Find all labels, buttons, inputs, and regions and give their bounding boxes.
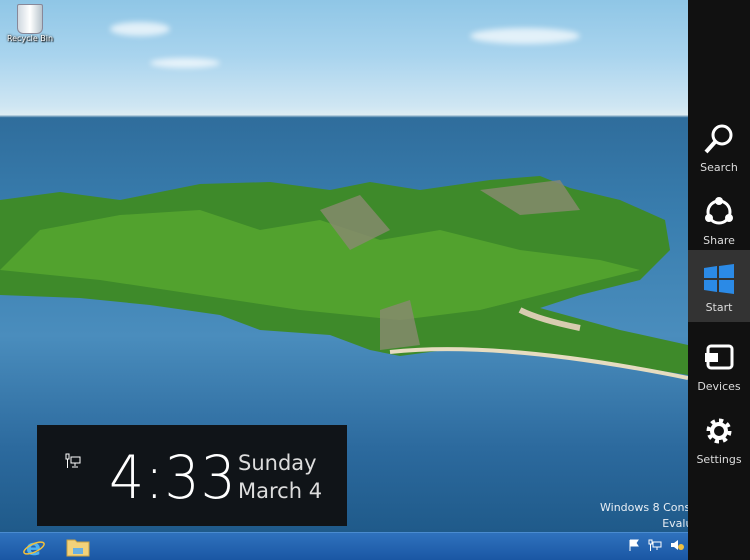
clock-day: Sunday	[238, 451, 317, 475]
charm-start[interactable]: Start	[688, 250, 750, 322]
taskbar-file-explorer[interactable]	[64, 535, 92, 559]
search-icon	[704, 124, 733, 154]
devices-icon	[705, 344, 734, 370]
charm-label: Devices	[697, 380, 741, 393]
folder-icon	[66, 539, 90, 557]
charm-share[interactable]: Share	[688, 183, 750, 255]
charm-label: Settings	[696, 453, 742, 466]
network-icon	[65, 453, 81, 468]
ie-icon: e	[23, 536, 45, 559]
clock-date: Sunday March 4	[238, 449, 322, 505]
windows-logo-icon	[704, 264, 734, 294]
flag-icon[interactable]	[628, 539, 640, 551]
gear-icon	[706, 418, 732, 444]
charm-devices[interactable]: Devices	[688, 329, 750, 401]
taskbar: e	[0, 532, 688, 560]
clock-month-day: March 4	[238, 479, 323, 503]
recycle-bin-label: Recycle Bin	[6, 34, 54, 43]
cloud	[150, 58, 220, 68]
charm-label: Start	[705, 301, 733, 314]
charm-label: Share	[703, 234, 735, 247]
network-icon[interactable]	[648, 539, 662, 551]
clock-notification: 4:33 Sunday March 4	[37, 425, 347, 526]
taskbar-internet-explorer[interactable]: e	[20, 535, 48, 559]
clock-time: 4:33	[109, 443, 237, 513]
charm-search[interactable]: Search	[688, 110, 750, 182]
charm-label: Search	[700, 161, 738, 174]
charms-bar: Search Share Start Devices Settings	[688, 0, 750, 560]
system-tray	[628, 539, 684, 551]
volume-muted-icon[interactable]	[670, 539, 684, 551]
cloud	[110, 22, 170, 36]
cloud	[470, 28, 580, 44]
recycle-bin-icon	[17, 4, 43, 34]
recycle-bin-shortcut[interactable]: Recycle Bin	[4, 4, 56, 43]
charm-settings[interactable]: Settings	[688, 402, 750, 474]
share-icon	[705, 197, 733, 225]
island-image	[0, 176, 688, 380]
